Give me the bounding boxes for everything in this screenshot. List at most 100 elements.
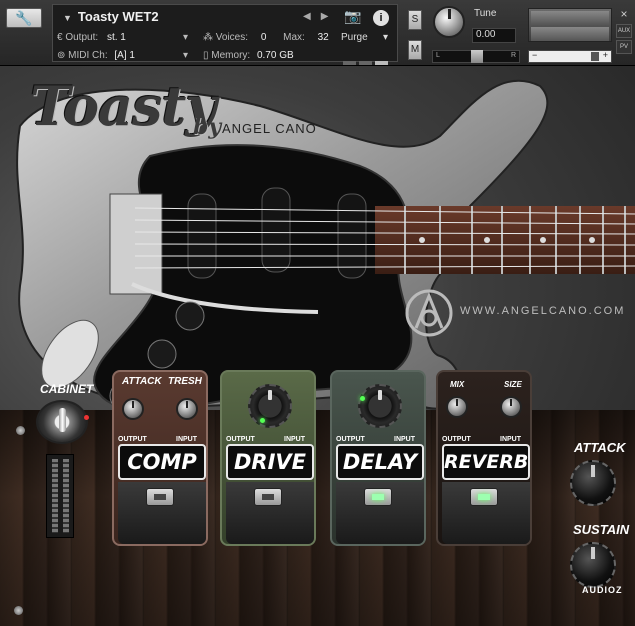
- drive-gain-knob[interactable]: [248, 384, 292, 428]
- screw-icon: [14, 606, 23, 615]
- website-url: WWW.ANGELCANO.COM: [460, 305, 626, 317]
- logo-by: by: [193, 114, 222, 140]
- pan-handle[interactable]: [471, 50, 483, 63]
- pan-right-label: R: [510, 52, 516, 59]
- instrument-title[interactable]: ▼ Toasty WET2: [63, 9, 159, 24]
- reverb-size-label: SIZE: [504, 380, 522, 389]
- comp-attack-knob[interactable]: [122, 398, 144, 420]
- delay-name-plate: DELAY: [336, 444, 424, 480]
- watermark: AUDIOZ: [582, 585, 623, 595]
- delay-pedal: OUTPUT INPUT DELAY: [330, 370, 426, 546]
- drive-pedal: OUTPUT INPUT DRIVE: [220, 370, 316, 546]
- comp-pedal: ATTACK TRESH OUTPUT INPUT COMP: [112, 370, 208, 546]
- purge-label: Purge: [341, 32, 368, 43]
- comp-output-label: OUTPUT: [118, 436, 147, 443]
- delay-output-label: OUTPUT: [336, 436, 365, 443]
- midi-dropdown-icon[interactable]: ▾: [183, 50, 188, 61]
- delay-name: DELAY: [342, 450, 418, 474]
- max-voices-value[interactable]: 32: [318, 32, 329, 43]
- comp-name: COMP: [127, 450, 197, 474]
- level-meter: [528, 8, 612, 42]
- memory-row: ▯ Memory: 0.70 GB: [203, 50, 294, 61]
- volume-slider[interactable]: − +: [528, 50, 612, 63]
- instrument-main-panel: Toasty by ANGEL CANO WWW.ANGELCANO.COM: [0, 66, 635, 626]
- wrench-icon[interactable]: 🔧: [6, 8, 42, 28]
- sustain-knob[interactable]: [570, 542, 616, 588]
- close-icon[interactable]: ×: [616, 8, 632, 22]
- angel-cano-logo-icon: [405, 289, 453, 337]
- voices-row: ⁂ Voices: 0 Max: 32: [203, 32, 329, 43]
- volume-handle[interactable]: [591, 52, 599, 61]
- delay-time-knob[interactable]: [358, 384, 402, 428]
- author-name: ANGEL CANO: [222, 121, 317, 136]
- delay-input-label: INPUT: [394, 436, 415, 443]
- tune-knob[interactable]: [433, 6, 465, 38]
- reverb-output-label: OUTPUT: [442, 436, 471, 443]
- output-label: Output:: [65, 32, 99, 43]
- collapse-triangle-icon[interactable]: ▼: [63, 13, 72, 23]
- sustain-label: SUSTAIN: [573, 522, 630, 537]
- voices-label: Voices:: [215, 32, 249, 43]
- cabinet-indicator-led: [84, 415, 89, 420]
- delay-led: [360, 396, 365, 401]
- tune-value[interactable]: 0.00: [472, 28, 516, 43]
- memory-label: Memory:: [211, 50, 251, 61]
- volume-plus-label: +: [602, 50, 608, 60]
- cabinet-fader[interactable]: [46, 454, 74, 538]
- midi-row[interactable]: ⊚ MIDI Ch: [A] 1 ▾: [57, 50, 188, 61]
- purge-dropdown-icon: ▾: [383, 32, 389, 43]
- reverb-bypass-switch[interactable]: [470, 488, 498, 506]
- instrument-info-panel: ▼ Toasty WET2 ◀▶ 📷 i € Output: st. 1 ▾ ⁂ …: [52, 4, 398, 65]
- pan-slider[interactable]: L R: [432, 50, 520, 63]
- mute-button[interactable]: M: [408, 40, 422, 60]
- wood-floor-background: [0, 410, 635, 626]
- aux-button[interactable]: AUX: [616, 24, 632, 38]
- pan-left-label: L: [436, 52, 440, 59]
- comp-tresh-knob[interactable]: [176, 398, 198, 420]
- midi-value[interactable]: [A] 1: [114, 50, 135, 61]
- midi-label: MIDI Ch:: [68, 50, 108, 61]
- tune-label: Tune: [474, 8, 497, 19]
- drive-name-plate: DRIVE: [226, 444, 314, 480]
- purge-dropdown[interactable]: Purge ▾: [341, 32, 393, 43]
- reverb-mix-knob[interactable]: [446, 396, 468, 418]
- output-dropdown-icon[interactable]: ▾: [183, 32, 188, 43]
- side-buttons: × AUX PV: [616, 8, 632, 56]
- toasty-logo: Toasty: [30, 74, 217, 138]
- delay-bypass-switch[interactable]: [364, 488, 392, 506]
- instrument-nav-arrows[interactable]: ◀▶: [303, 11, 338, 22]
- drive-name: DRIVE: [233, 450, 306, 474]
- comp-bypass-switch[interactable]: [146, 488, 174, 506]
- reverb-input-label: INPUT: [500, 436, 521, 443]
- cabinet-label: CABINET: [40, 382, 94, 396]
- reverb-name-plate: REVERB: [442, 444, 530, 480]
- volume-minus-label: −: [532, 50, 538, 60]
- attack-knob[interactable]: [570, 460, 616, 506]
- comp-tresh-label: TRESH: [168, 376, 202, 387]
- output-value[interactable]: st. 1: [107, 32, 126, 43]
- midi-icon: ⊚: [57, 50, 69, 61]
- cabinet-toggle-switch[interactable]: [36, 400, 88, 444]
- screw-icon: [16, 426, 25, 435]
- attack-label: ATTACK: [574, 440, 626, 455]
- instrument-name[interactable]: Toasty WET2: [78, 9, 159, 24]
- info-icon[interactable]: i: [373, 10, 389, 26]
- comp-attack-label: ATTACK: [122, 376, 162, 387]
- reverb-pedal: MIX SIZE OUTPUT INPUT REVERB: [436, 370, 532, 546]
- instrument-header: 🔧 ▼ Toasty WET2 ◀▶ 📷 i € Output: st. 1 ▾ …: [0, 0, 635, 66]
- comp-name-plate: COMP: [118, 444, 206, 480]
- voices-value: 0: [260, 32, 267, 43]
- memory-value: 0.70 GB: [256, 50, 294, 61]
- drive-led: [260, 418, 265, 423]
- drive-input-label: INPUT: [284, 436, 305, 443]
- output-row[interactable]: € Output: st. 1 ▾: [57, 32, 188, 43]
- reverb-name: REVERB: [444, 451, 529, 473]
- drive-bypass-switch[interactable]: [254, 488, 282, 506]
- reverb-mix-label: MIX: [450, 380, 465, 389]
- reverb-size-knob[interactable]: [500, 396, 522, 418]
- voices-icon: ⁂: [203, 32, 216, 43]
- camera-icon[interactable]: 📷: [340, 8, 366, 30]
- drive-output-label: OUTPUT: [226, 436, 255, 443]
- pv-button[interactable]: PV: [616, 40, 632, 54]
- solo-button[interactable]: S: [408, 10, 422, 30]
